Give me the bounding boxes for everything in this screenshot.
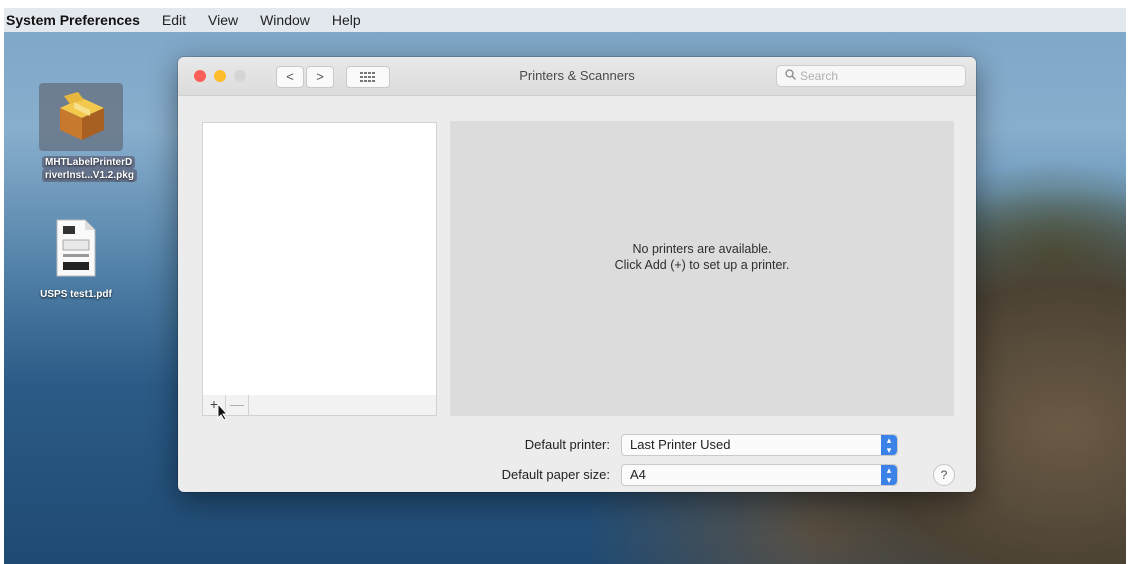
remove-printer-button: — [226, 395, 249, 415]
menu-help[interactable]: Help [332, 12, 361, 28]
pdf-document-icon [56, 219, 96, 277]
search-icon [785, 66, 796, 86]
menu-app-name[interactable]: System Preferences [6, 12, 140, 28]
desktop: System Preferences Edit View Window Help… [4, 8, 1126, 564]
menu-view[interactable]: View [208, 12, 238, 28]
empty-message-line1: No printers are available. [632, 242, 772, 256]
default-printer-popup[interactable]: Last Printer Used ▴ ▾ [621, 434, 898, 456]
title-bar[interactable]: < > Printers & Scanners Search [178, 57, 976, 96]
help-button[interactable]: ? [933, 464, 955, 486]
desktop-icon-label-line2: riverInst...V1.2.pkg [42, 169, 137, 182]
default-paper-size-popup[interactable]: A4 ▴ ▾ [621, 464, 898, 486]
desktop-icon-label: MHTLabelPrinterD [42, 156, 136, 169]
default-paper-size-value: A4 [630, 467, 646, 482]
default-printer-value: Last Printer Used [630, 437, 731, 452]
popup-arrows-icon: ▴ ▾ [881, 465, 897, 485]
menu-bar: System Preferences Edit View Window Help [4, 8, 1126, 32]
printer-list-toolbar: + — [202, 395, 437, 416]
mouse-pointer-icon [217, 403, 229, 421]
desktop-icon-package[interactable]: MHTLabelPrinterD riverInst...V1.2.pkg [42, 88, 137, 182]
default-printer-label: Default printer: [524, 437, 610, 452]
desktop-icon-pdf[interactable]: USPS test1.pdf [26, 218, 126, 301]
default-paper-size-label: Default paper size: [501, 467, 610, 482]
empty-message-line2: Click Add (+) to set up a printer. [614, 258, 790, 272]
package-icon [60, 92, 104, 140]
printer-detail-pane: No printers are available. Click Add (+)… [450, 121, 954, 416]
menu-window[interactable]: Window [260, 12, 310, 28]
search-field[interactable]: Search [776, 65, 966, 87]
menu-edit[interactable]: Edit [162, 12, 186, 28]
desktop-icon-label: USPS test1.pdf [40, 289, 112, 300]
popup-arrows-icon: ▴ ▾ [881, 435, 897, 455]
printers-scanners-window: < > Printers & Scanners Search + — No pr… [178, 57, 976, 492]
search-placeholder: Search [800, 69, 839, 83]
empty-message: No printers are available. Click Add (+)… [450, 241, 954, 273]
printer-list[interactable] [202, 122, 437, 396]
